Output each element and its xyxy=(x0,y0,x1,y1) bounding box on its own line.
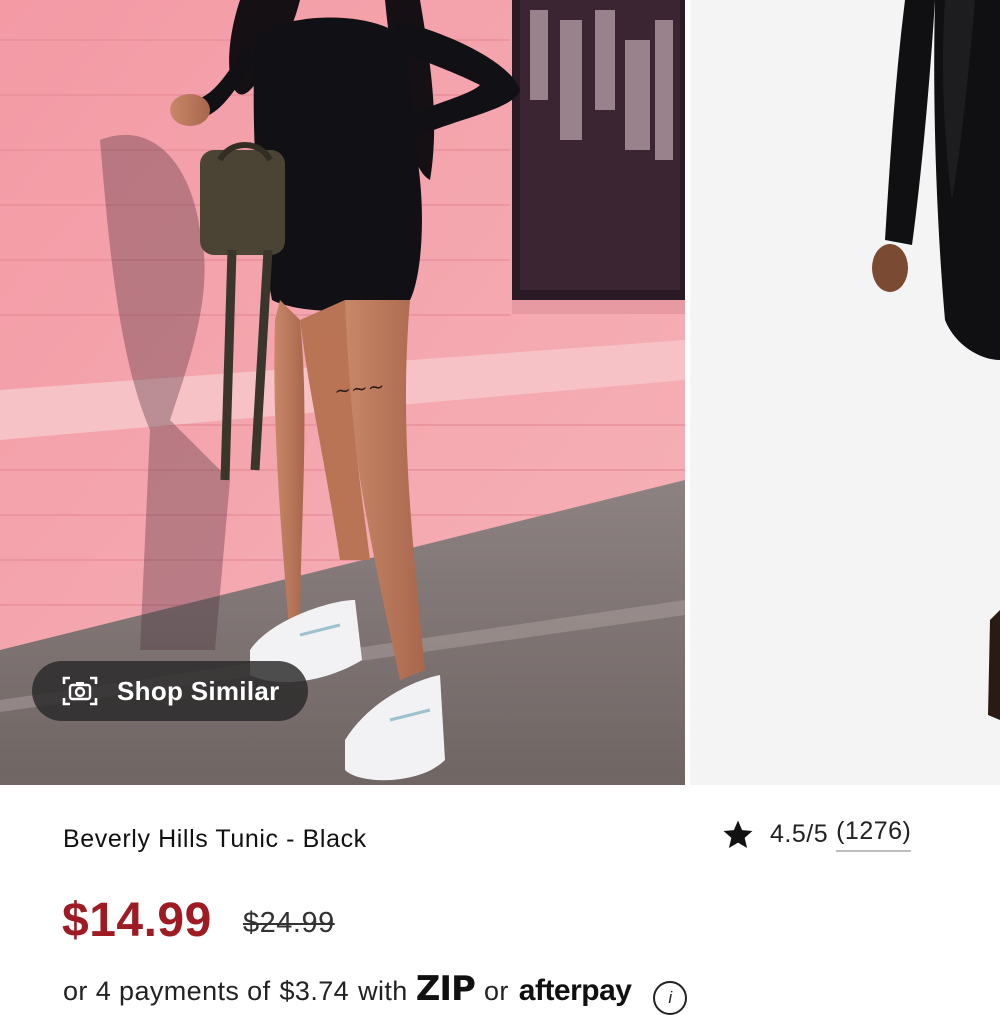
star-icon xyxy=(723,820,753,848)
shop-similar-button[interactable]: Shop Similar xyxy=(32,661,308,721)
rating-score: 4.5/5 xyxy=(770,820,829,848)
installment-with: with xyxy=(358,976,408,1006)
installment-or: or xyxy=(483,976,509,1006)
shop-similar-label: Shop Similar xyxy=(117,675,280,706)
product-photo-studio[interactable] xyxy=(690,0,1000,785)
afterpay-logo[interactable]: afterpay xyxy=(519,974,632,1008)
product-info: Beverly Hills Tunic - Black 4.5/5 (1276)… xyxy=(0,785,1000,1015)
installment-prefix: or 4 payments of xyxy=(63,976,271,1006)
sale-price: $14.99 xyxy=(62,894,212,947)
installment-amount: $3.74 xyxy=(279,976,350,1006)
original-price: $24.99 xyxy=(243,907,335,939)
product-image-carousel[interactable]: ~~~ Shop Similar xyxy=(0,0,1000,785)
camera-icon xyxy=(62,676,98,706)
product-photo-lifestyle[interactable]: ~~~ Shop Similar xyxy=(0,0,685,785)
product-rating[interactable]: 4.5/5 (1276) xyxy=(720,817,912,852)
product-title: Beverly Hills Tunic - Black xyxy=(63,825,367,853)
info-icon[interactable]: i xyxy=(653,981,688,1015)
review-count-link[interactable]: (1276) xyxy=(836,817,912,852)
installment-info: or 4 payments of $3.74 with ZIP or after… xyxy=(63,969,688,1015)
zip-logo[interactable]: ZIP xyxy=(416,969,476,1009)
